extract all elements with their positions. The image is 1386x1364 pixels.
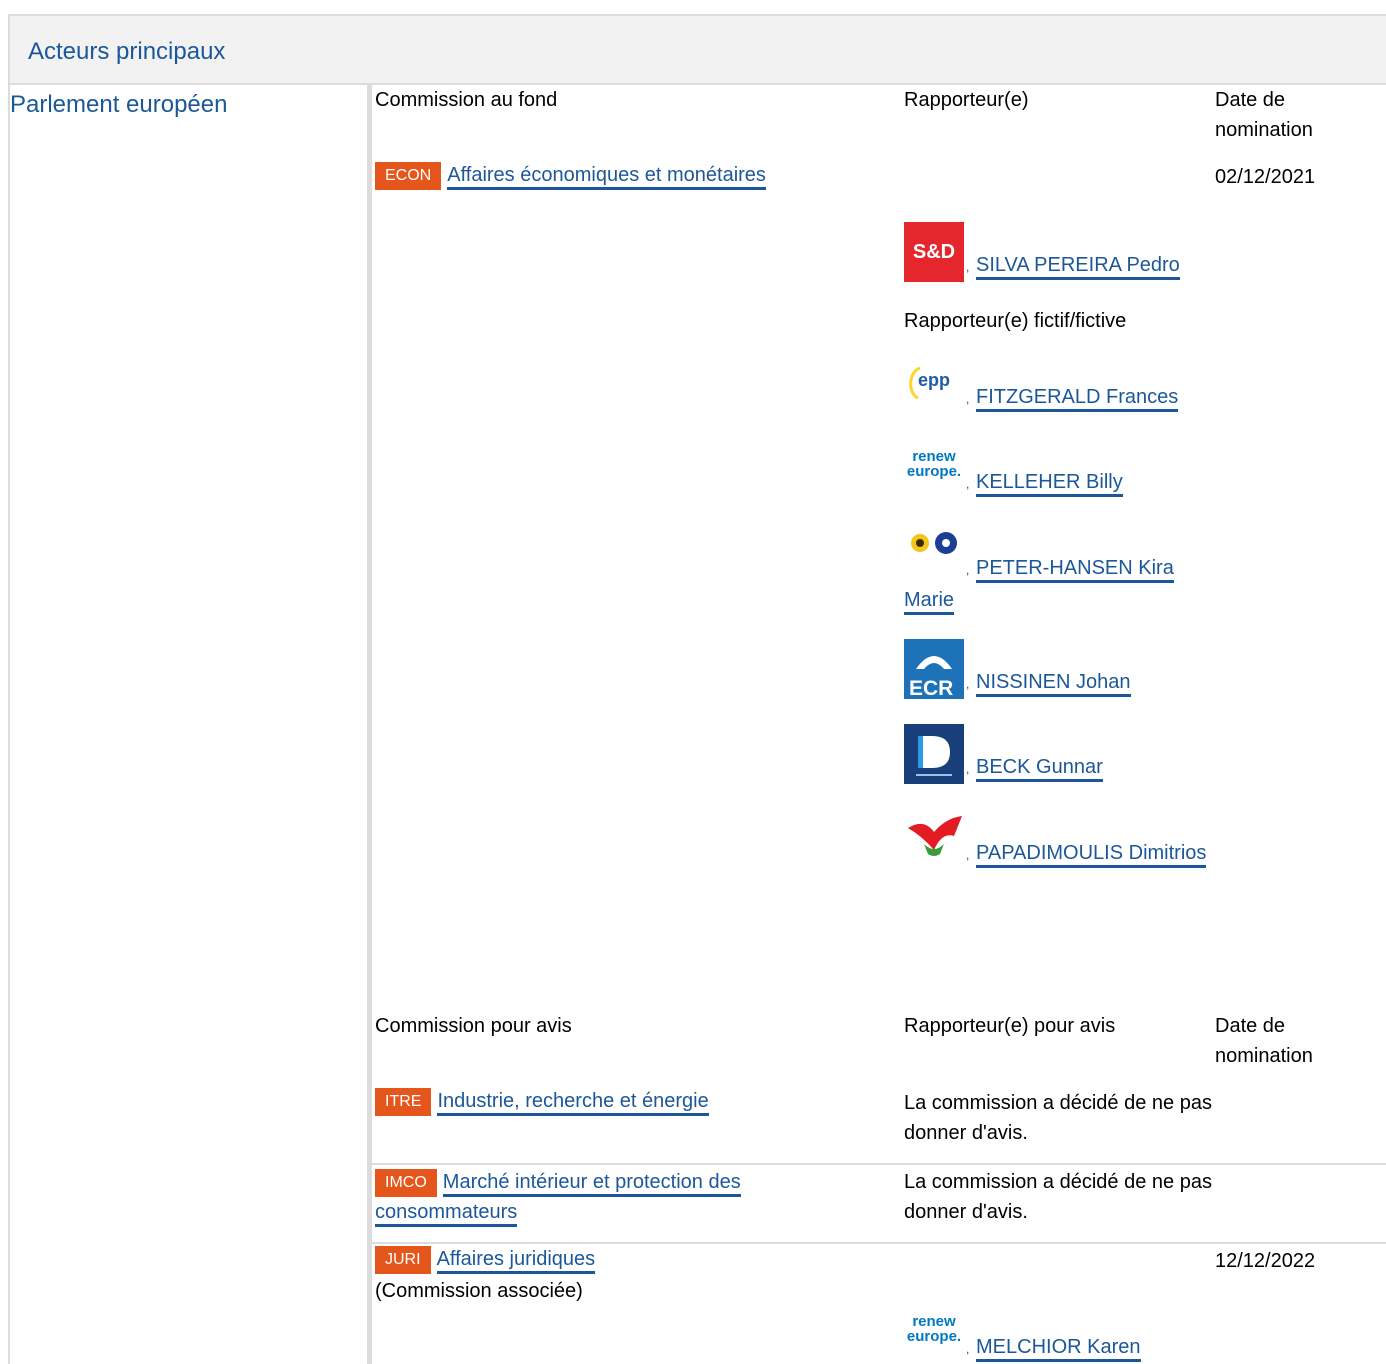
row-divider [372, 1242, 1386, 1244]
col-header-date: Date de nomination [1215, 89, 1313, 141]
shadow-link[interactable]: PAPADIMOULIS Dimitrios [976, 842, 1207, 868]
committee-badge: ECON [375, 162, 442, 190]
shadow-link[interactable]: KELLEHER Billy [976, 471, 1123, 497]
committee-badge: JURI [375, 1246, 431, 1274]
lead-date: 02/12/2021 [1215, 166, 1316, 188]
opinion-committee-row: IMCO Marché intérieur et protection des c… [375, 1167, 815, 1227]
epp-group-logo: epp [904, 354, 964, 414]
institution-link[interactable]: Parlement européen [10, 91, 227, 119]
shadow-entry: , PETER-HANSEN Kira Marie [904, 525, 1214, 615]
committee-link[interactable]: Affaires économiques et monétaires [447, 164, 766, 191]
col-header-rapporteur: Rapporteur(e) [904, 89, 1029, 111]
shadow-entry: , BECK Gunnar [904, 724, 1214, 784]
left-group-logo [904, 810, 964, 870]
rapporteur-entry: S&D, SILVA PEREIRA Pedro [904, 222, 1214, 282]
shadow-entry: epp , FITZGERALD Frances [904, 354, 1214, 414]
svg-text:ECR: ECR [909, 677, 953, 699]
opinion-committee-row: ITRE Industrie, recherche et énergie [375, 1088, 709, 1117]
ecr-group-logo: ECR [904, 639, 964, 700]
section-title: Acteurs principaux [28, 38, 226, 65]
shadow-link[interactable]: BECK Gunnar [976, 756, 1103, 782]
col-header-opinion-date: Date de nomination [1215, 1015, 1313, 1067]
committee-link[interactable]: Affaires juridiques [436, 1248, 596, 1275]
lead-committee: ECON Affaires économiques et monétaires [375, 162, 766, 191]
sd-group-logo: S&D [904, 222, 964, 282]
shadow-label: Rapporteur(e) fictif/fictive [904, 310, 1127, 332]
svg-text:epp: epp [918, 370, 950, 390]
opinion-committee-row: JURI Affaires juridiques [375, 1246, 596, 1275]
col-header-opinion-rapporteur: Rapporteur(e) pour avis [904, 1015, 1116, 1037]
shadow-link[interactable]: FITZGERALD Frances [976, 386, 1179, 412]
renew-group-logo: renew europe. [904, 1304, 964, 1364]
rapporteur-link[interactable]: SILVA PEREIRA Pedro [976, 254, 1180, 280]
shadow-entry: , PAPADIMOULIS Dimitrios [904, 810, 1214, 870]
shadow-entry: renew europe., KELLEHER Billy [904, 439, 1214, 499]
opinion-note: La commission a décidé de ne pas donner … [904, 1171, 1212, 1223]
shadow-link[interactable]: NISSINEN Johan [976, 671, 1131, 697]
greens-group-logo [904, 525, 964, 585]
renew-group-logo: renew europe. [904, 439, 964, 499]
opinion-rapporteur-entry: renew europe., MELCHIOR Karen [904, 1304, 1214, 1364]
committees-panel: Commission au fond Rapporteur(e) Date de… [372, 85, 1386, 1364]
section-header: Acteurs principaux [8, 14, 1386, 85]
shadow-entry: ECR , NISSINEN Johan [904, 639, 1214, 700]
id-group-logo [904, 724, 964, 784]
row-divider [372, 1163, 1386, 1165]
col-header-committee: Commission au fond [375, 89, 558, 111]
committee-badge: ITRE [375, 1088, 432, 1116]
col-header-opinion-committee: Commission pour avis [375, 1015, 572, 1037]
committee-badge: IMCO [375, 1168, 437, 1197]
opinion-date: 12/12/2022 [1215, 1250, 1316, 1272]
associated-note: (Commission associée) [375, 1280, 583, 1302]
opinion-note: La commission a décidé de ne pas donner … [904, 1092, 1212, 1144]
committee-link[interactable]: Industrie, recherche et énergie [437, 1090, 709, 1117]
institution-column: Parlement européen [8, 85, 372, 1364]
opinion-rapporteur-link[interactable]: MELCHIOR Karen [976, 1336, 1141, 1362]
